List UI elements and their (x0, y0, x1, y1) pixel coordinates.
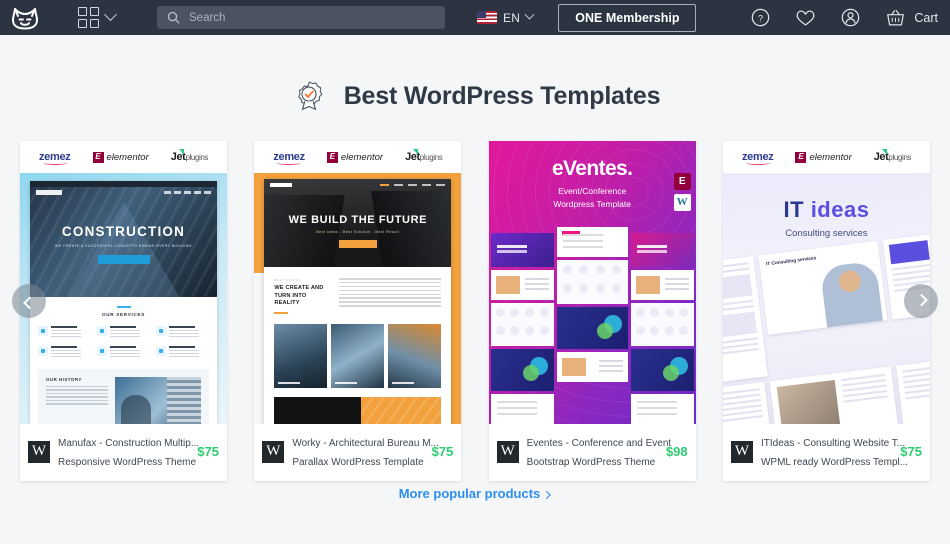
wordpress-badge: W (674, 194, 691, 211)
wishlist-heart-icon[interactable] (796, 9, 815, 27)
grid-icon (78, 7, 99, 28)
preview-hero-title: WE BUILD THE FUTURE (264, 214, 451, 226)
product-title-line2: Bootstrap WordPress Theme (527, 457, 656, 468)
preview-secondary-heading: OUR HISTORY (46, 377, 108, 382)
svg-text:?: ? (758, 13, 763, 24)
zemez-logo: zemez (39, 151, 71, 163)
cart-label: Cart (914, 11, 938, 25)
help-icon[interactable]: ? (751, 8, 770, 27)
product-thumbnail: eVentes. Event/Conference Wordpress Temp… (489, 141, 696, 424)
more-products-row: More popular products (0, 485, 950, 503)
wordpress-icon: W (262, 441, 284, 463)
product-title-line2: Responsive WordPress Theme (58, 457, 196, 468)
top-navigation-bar: EN ONE Membership ? (0, 0, 950, 35)
us-flag-icon (477, 11, 497, 24)
search-bar[interactable] (157, 6, 445, 29)
product-info: W Eventes - Conference and Event Bootstr… (489, 424, 696, 481)
preview-section-heading: WE CREATE AND TURN INTO REALITY (274, 285, 330, 308)
chevron-down-icon (104, 8, 117, 21)
product-card[interactable]: zemez Eelementor Jetplugins IT ideas (723, 141, 930, 481)
elementor-logo: Eelementor (795, 152, 851, 163)
product-thumbnail: zemez Eelementor Jetplugins (20, 141, 227, 424)
jetplugins-logo: Jetplugins (405, 151, 442, 163)
elementor-badge: E (674, 173, 691, 190)
page-title: Best WordPress Templates (344, 82, 661, 111)
section-header: Best WordPress Templates (0, 35, 950, 115)
product-price: $75 (896, 444, 922, 459)
product-info: W Worky - Architectural Bureau M... Para… (254, 424, 461, 481)
product-title-line1: Worky - Architectural Bureau M... (292, 438, 439, 449)
language-selector[interactable]: EN (477, 11, 533, 25)
preview-hero-title: CONSTRUCTION (30, 224, 217, 239)
more-popular-products-link[interactable]: More popular products (399, 486, 552, 501)
product-title-line2: Parallax WordPress Template (292, 457, 423, 468)
preview-title: IT ideas (723, 173, 930, 223)
product-card[interactable]: zemez Eelementor Jetplugins (254, 141, 461, 481)
brand-badges: zemez Eelementor Jetplugins (254, 141, 461, 173)
product-thumbnail: zemez Eelementor Jetplugins IT ideas (723, 141, 930, 424)
template-preview-worky: WE BUILD THE FUTURE Best Ideas - Best So… (254, 173, 461, 424)
page-content: Best WordPress Templates zemez Eelemento… (0, 35, 950, 544)
chevron-down-icon (525, 10, 535, 20)
preview-hero-sub: Best Ideas - Best Solution - Best Result (264, 230, 451, 234)
product-card[interactable]: zemez Eelementor Jetplugins (20, 141, 227, 481)
product-price: $75 (193, 444, 219, 459)
brand-badges: zemez Eelementor Jetplugins (20, 141, 227, 173)
wordpress-icon: W (731, 441, 753, 463)
preview-brand: eVentes. (489, 141, 696, 181)
site-logo[interactable] (10, 5, 40, 31)
template-preview-eventes: eVentes. Event/Conference Wordpress Temp… (489, 141, 696, 424)
product-title-line1: Eventes - Conference and Event (527, 438, 672, 449)
shopping-basket-icon (886, 9, 905, 27)
wordpress-icon: W (28, 441, 50, 463)
product-info: W ITIdeas - Consulting Website T... WPML… (723, 424, 930, 481)
template-preview-manufax: CONSTRUCTION WE CREATE A SUCCESSFUL CONC… (20, 173, 227, 424)
product-price: $98 (662, 444, 688, 459)
elementor-logo: Eelementor (93, 152, 149, 163)
zemez-logo: zemez (742, 151, 774, 163)
product-card[interactable]: eVentes. Event/Conference Wordpress Temp… (489, 141, 696, 481)
product-thumbnail: zemez Eelementor Jetplugins (254, 141, 461, 424)
elementor-logo: Eelementor (327, 152, 383, 163)
award-badge-icon (290, 77, 328, 115)
language-label: EN (503, 11, 520, 25)
chevron-right-icon (915, 293, 928, 306)
brand-badges: zemez Eelementor Jetplugins (723, 141, 930, 173)
chevron-right-icon (543, 491, 551, 499)
preview-section-heading: OUR SERVICES (38, 306, 209, 317)
template-preview-itideas: IT ideas Consulting services IT Consulti… (723, 173, 930, 424)
search-input[interactable] (189, 12, 435, 24)
account-user-icon[interactable] (841, 8, 860, 27)
cart-button[interactable]: Cart (886, 9, 938, 27)
preview-hero-sub: WE CREATE A SUCCESSFUL CONCEPTS BEHIND E… (30, 244, 217, 248)
product-info: W Manufax - Construction Multip... Respo… (20, 424, 227, 481)
wordpress-icon: W (497, 441, 519, 463)
products-carousel: zemez Eelementor Jetplugins (0, 141, 950, 461)
categories-menu-button[interactable] (78, 7, 115, 28)
product-price: $75 (428, 444, 454, 459)
zemez-logo: zemez (273, 151, 305, 163)
chevron-left-icon (23, 296, 36, 309)
search-icon (167, 11, 180, 24)
product-title-line1: ITIdeas - Consulting Website T... (761, 438, 905, 449)
jetplugins-logo: Jetplugins (171, 151, 208, 163)
product-title-line1: Manufax - Construction Multip... (58, 438, 199, 449)
preview-line2: Wordpress Template (489, 199, 696, 209)
product-title-line2: WPML ready WordPress Templ... (761, 457, 908, 468)
carousel-next-button[interactable] (904, 284, 938, 318)
preview-line1: Event/Conference (489, 186, 696, 196)
one-membership-button[interactable]: ONE Membership (558, 4, 696, 32)
carousel-prev-button[interactable] (12, 284, 46, 318)
jetplugins-logo: Jetplugins (874, 151, 911, 163)
